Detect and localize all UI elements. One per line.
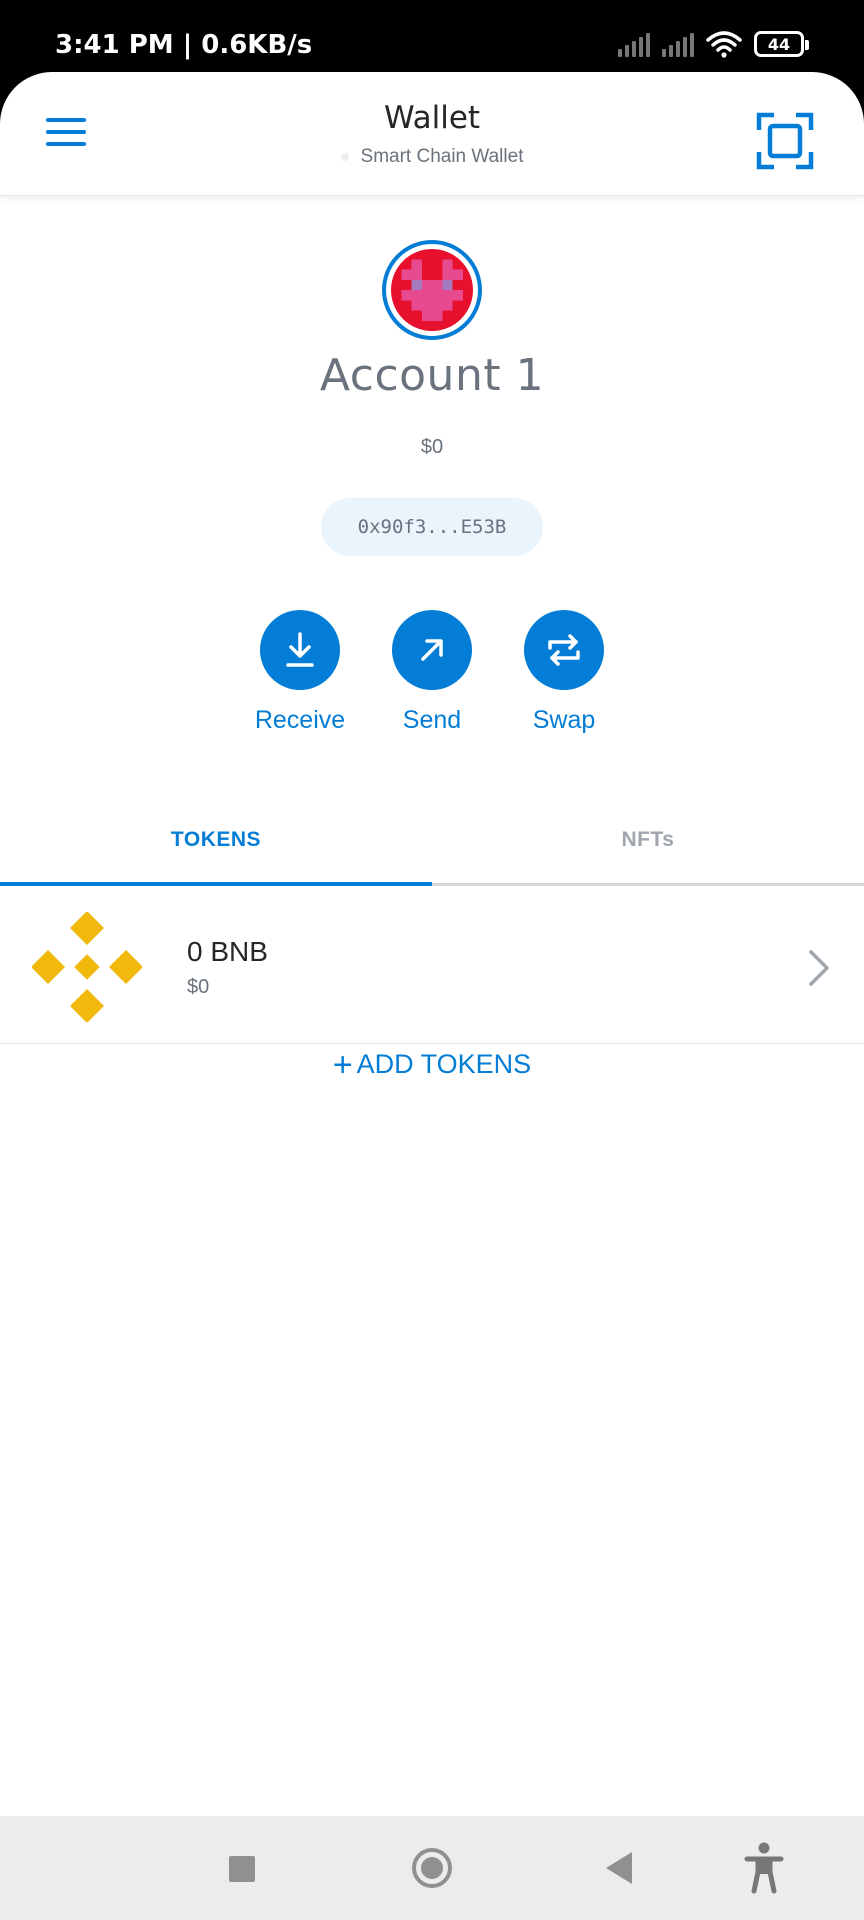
- token-row[interactable]: 0 BNB $0: [0, 886, 864, 1044]
- send-label: Send: [402, 706, 462, 734]
- wallet-actions: Receive Send Swap: [0, 610, 864, 735]
- network-label[interactable]: Smart Chain Wallet: [0, 146, 864, 168]
- identicon-icon: [391, 249, 473, 331]
- receive-download-icon[interactable]: [260, 610, 340, 690]
- add-tokens-label: ADD TOKENS: [356, 1049, 532, 1079]
- receive-label: Receive: [254, 706, 346, 734]
- send-arrow-icon[interactable]: [392, 610, 472, 690]
- add-tokens-button[interactable]: + ADD TOKENS: [0, 1046, 864, 1085]
- bnb-logo-icon: [32, 912, 142, 1022]
- asset-tabs: TOKENS NFTs: [0, 796, 864, 886]
- back-triangle-icon[interactable]: [606, 1852, 632, 1884]
- avatar[interactable]: [382, 240, 482, 340]
- network-name: Smart Chain Wallet: [360, 146, 524, 167]
- accessibility-icon[interactable]: [744, 1842, 784, 1894]
- swap-arrows-icon[interactable]: [524, 610, 604, 690]
- token-fiat-value: $0: [187, 976, 210, 998]
- receive-button[interactable]: Receive: [255, 610, 345, 735]
- chevron-right-icon: [809, 950, 829, 986]
- home-circle-icon[interactable]: [412, 1848, 452, 1888]
- battery-level: 44: [767, 34, 791, 54]
- scan-qr-icon[interactable]: [756, 112, 814, 170]
- tab-nfts[interactable]: NFTs: [432, 796, 864, 884]
- signal-icon: [662, 31, 694, 57]
- app-header: Wallet Smart Chain Wallet: [0, 72, 864, 196]
- account-address[interactable]: 0x90f3...E53B: [321, 498, 543, 556]
- swap-button[interactable]: Swap: [524, 610, 604, 735]
- status-icons: 44: [618, 30, 809, 58]
- account-name[interactable]: Account 1: [0, 350, 864, 401]
- network-dot-icon: [340, 152, 349, 161]
- account-overview: Account 1 $0 0x90f3...E53B Receive Send …: [0, 196, 864, 796]
- account-balance: $0: [420, 436, 444, 458]
- recent-apps-square-icon[interactable]: [229, 1856, 255, 1882]
- status-time: 3:41 PM | 0.6KB/s: [55, 30, 313, 60]
- tab-tokens[interactable]: TOKENS: [0, 796, 432, 884]
- send-button[interactable]: Send: [392, 610, 472, 735]
- wifi-icon: [706, 31, 742, 58]
- token-amount: 0 BNB: [187, 936, 268, 967]
- system-nav-bar: [0, 1816, 864, 1920]
- page-title: Wallet: [383, 100, 481, 136]
- plus-icon: +: [332, 1046, 353, 1084]
- wallet-app: Wallet Smart Chain Wallet Account 1 $0 0…: [0, 72, 864, 1816]
- swap-label: Swap: [532, 706, 596, 734]
- signal-icon: [618, 31, 650, 57]
- battery-icon: 44: [754, 31, 809, 57]
